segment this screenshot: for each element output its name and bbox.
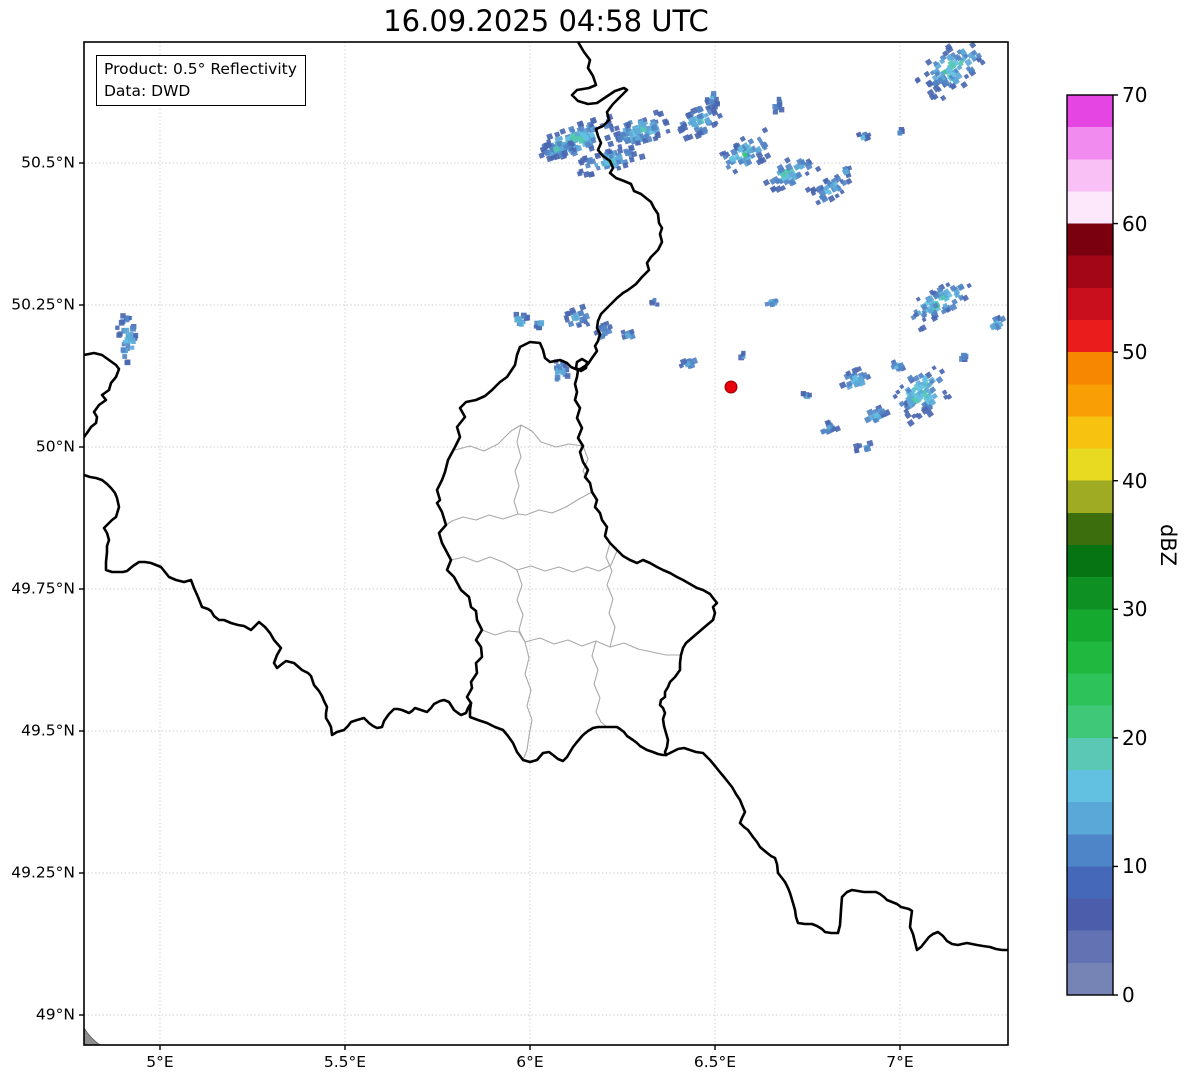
map-gridlines	[84, 42, 1008, 1045]
radar-figure: 16.09.2025 04:58 UTC Product: 0.5° Refle…	[0, 0, 1202, 1081]
colorbar-frame	[1066, 94, 1114, 996]
border-germany-luxembourg	[573, 368, 719, 757]
map-frame	[83, 41, 1009, 1046]
luxembourg-canton-borders	[445, 424, 681, 761]
radar-site-marker	[724, 380, 738, 394]
radar-site-marker-layer	[724, 380, 738, 394]
product-info-line1: Product: 0.5° Reflectivity	[104, 60, 297, 78]
border-france-luxembourg	[468, 701, 668, 764]
border-belgium-loop-west	[84, 351, 121, 439]
figure-title: 16.09.2025 04:58 UTC	[383, 4, 709, 38]
map-scene	[79, 41, 1118, 1050]
border-france-belgium	[84, 473, 473, 737]
product-info-line2: Data: DWD	[104, 82, 191, 100]
colorbar-unit-label: dBZ	[1156, 523, 1180, 567]
product-info-box: Product: 0.5° Reflectivity Data: DWD	[96, 55, 306, 106]
border-france-germany	[664, 746, 1008, 952]
border-belgium-luxembourg	[435, 340, 580, 705]
composite-domain-corner-wedge	[83, 1026, 102, 1046]
axis-tick-marks	[79, 94, 1118, 1050]
country-borders	[84, 42, 1008, 952]
